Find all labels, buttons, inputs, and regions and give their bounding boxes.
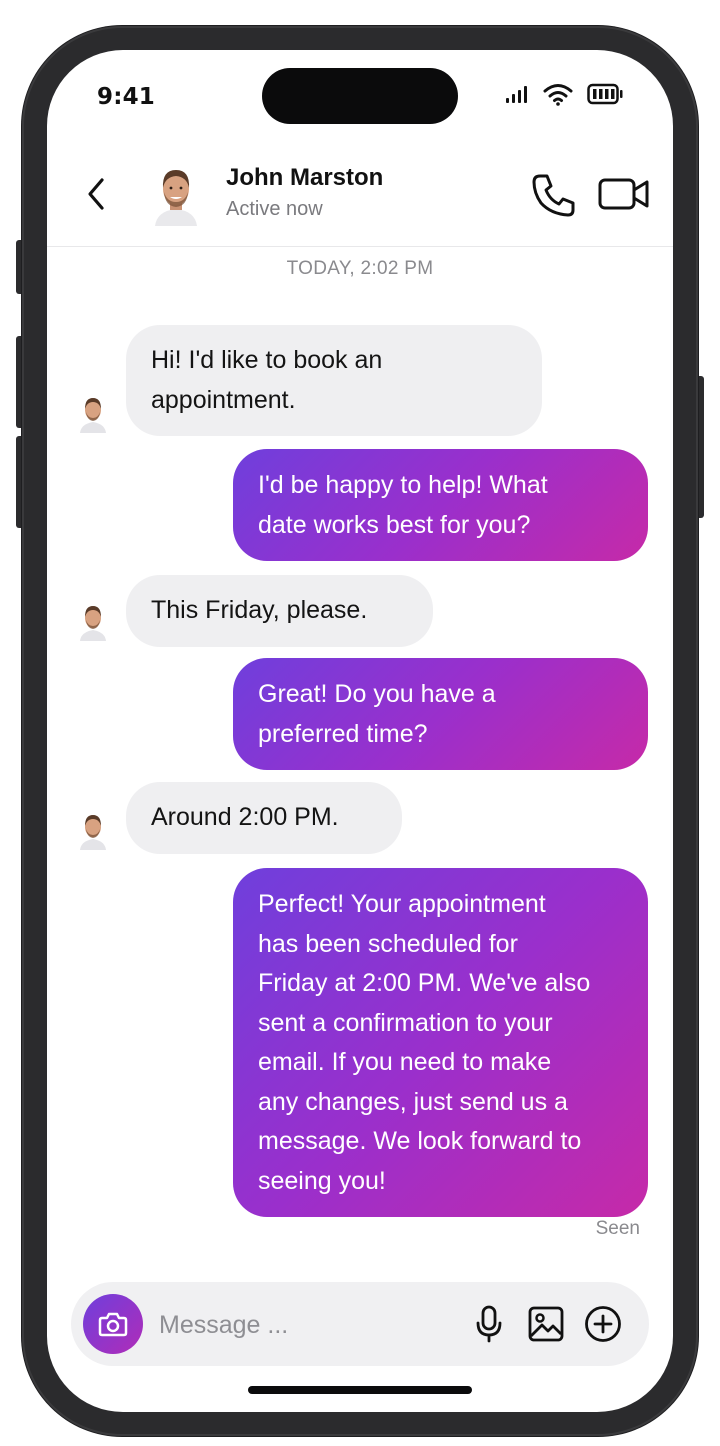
plus-circle-icon [585,1306,621,1342]
message-line: has been scheduled for [258,929,518,958]
message-line: Perfect! Your appointment [258,890,546,918]
image-icon [528,1306,564,1342]
avatar [80,606,106,641]
seen-receipt: Seen [595,1218,640,1239]
avatar [80,398,106,433]
battery-icon [587,83,623,105]
contact-status: Active now [226,198,323,220]
message-line: email. If you need to make [258,1048,552,1076]
message-line: appointment. [151,385,296,414]
avatar [80,815,106,850]
outgoing-message-bubble[interactable]: Perfect! Your appointment has been sched… [233,868,648,1217]
microphone-icon [476,1305,502,1343]
video-call-button[interactable] [597,174,651,214]
video-camera-icon [598,178,649,210]
chat-screen: 9:41 John Marston Active now TODAY, 2:02… [47,50,673,1412]
camera-icon [98,1312,128,1337]
message-line: I'd be happy to help! What [258,471,548,499]
wifi-icon [543,84,573,106]
status-time: 9:41 [97,84,156,110]
message-line: Hi! I'd like to book an [151,346,383,374]
cellular-signal-icon [506,86,527,103]
voice-call-button[interactable] [529,170,579,220]
incoming-message-bubble[interactable]: Around 2:00 PM. [126,782,402,854]
incoming-message-bubble[interactable]: This Friday, please. [126,575,433,647]
phone-icon [532,174,575,217]
message-line: Friday at 2:00 PM. We've also [258,969,591,997]
conversation-timestamp: TODAY, 2:02 PM [286,258,434,279]
message-line: preferred time? [258,719,428,748]
back-button[interactable] [77,174,117,214]
home-indicator[interactable] [248,1386,472,1394]
status-icons [505,82,623,106]
message-composer [71,1282,649,1366]
canvas: 9:41 John Marston Active now TODAY, 2:02… [0,0,720,1446]
voice-message-button[interactable] [469,1304,509,1344]
add-attachment-button[interactable] [583,1304,623,1344]
incoming-message-bubble[interactable]: Hi! I'd like to book an appointment. [126,325,542,436]
message-line: Around 2:00 PM. [151,803,339,831]
message-line: sent a confirmation to your [258,1008,553,1037]
outgoing-message-bubble[interactable]: Great! Do you have a preferred time? [233,658,648,770]
chevron-left-icon [88,178,104,210]
dynamic-island [262,68,458,124]
chat-header: John Marston Active now [47,150,673,247]
message-line: Great! Do you have a [258,680,496,708]
outgoing-message-bubble[interactable]: I'd be happy to help! What date works be… [233,449,648,561]
message-line: message. We look forward to [258,1127,582,1155]
message-line: date works best for you? [258,510,531,539]
gallery-button[interactable] [526,1304,566,1344]
message-input[interactable] [157,1304,461,1346]
message-line: seeing you! [258,1166,386,1195]
message-line: This Friday, please. [151,596,368,624]
avatar[interactable] [151,164,201,226]
camera-button[interactable] [83,1294,143,1354]
contact-name[interactable]: John Marston [226,164,383,192]
message-line: any changes, just send us a [258,1087,568,1116]
